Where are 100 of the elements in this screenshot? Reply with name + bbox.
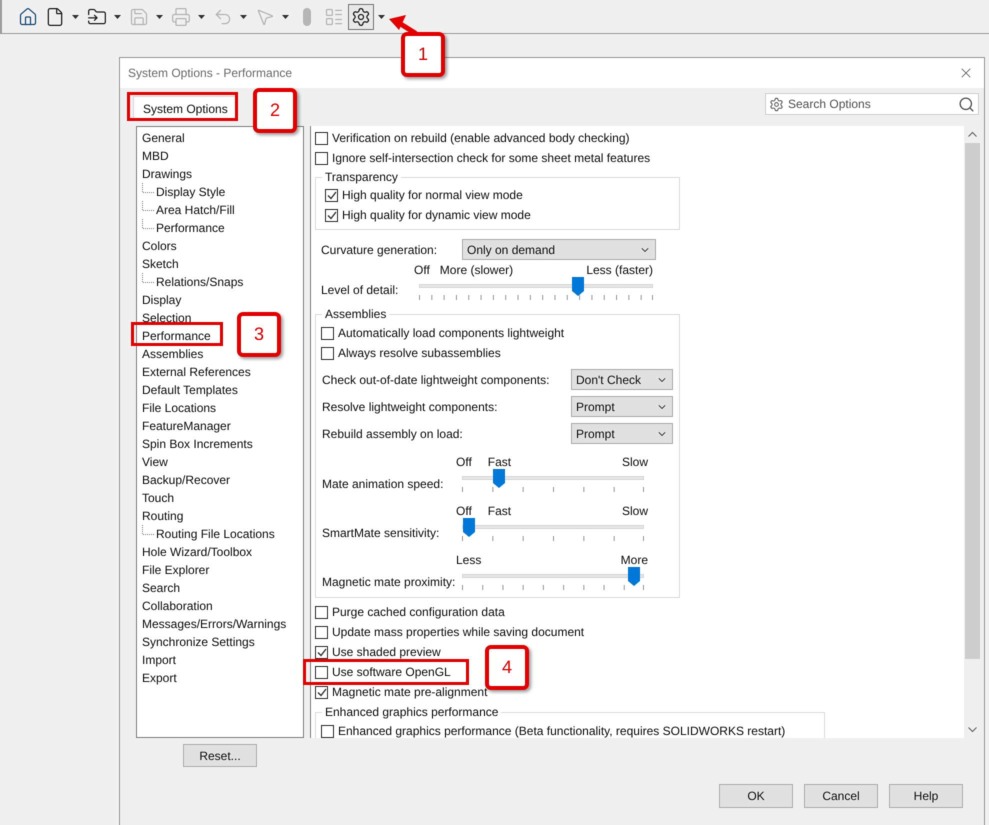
field-label: Check out-of-date lightweight components: xyxy=(322,372,550,388)
slider-label: More (slower) xyxy=(440,262,514,278)
callout-badge: 1 xyxy=(401,32,445,77)
tree-item[interactable]: FeatureManager xyxy=(142,417,231,435)
settings-icon xyxy=(769,96,784,112)
callout-badge: 3 xyxy=(237,312,281,357)
tree-item[interactable]: Routing xyxy=(142,507,184,525)
tree-item[interactable]: Backup/Recover xyxy=(142,471,230,489)
option-label: High quality for normal view mode xyxy=(342,187,523,203)
checkbox[interactable] xyxy=(321,724,334,738)
tree-item[interactable]: Assemblies xyxy=(142,345,204,363)
option-label: Ignore self-intersection check for some sheet metal features xyxy=(332,150,650,166)
slider-thumb[interactable] xyxy=(493,469,506,488)
option-label: Verification on rebuild (enable advanced body checking) xyxy=(332,130,630,146)
field-label: SmartMate sensitivity: xyxy=(322,525,440,542)
search-field[interactable]: Search Options xyxy=(765,93,979,115)
dialog-button[interactable]: OK xyxy=(719,784,793,808)
field-label: Mate animation speed: xyxy=(322,476,444,493)
checkbox[interactable] xyxy=(315,666,328,678)
callout-badge: 4 xyxy=(485,645,529,690)
dropdown[interactable]: Prompt xyxy=(571,423,673,444)
field-label: Curvature generation: xyxy=(321,242,438,258)
slider-label: Off xyxy=(456,454,472,470)
group-title: Enhanced graphics performance xyxy=(322,704,502,720)
tree-item[interactable]: Import xyxy=(142,651,176,669)
tree-item[interactable]: Synchronize Settings xyxy=(142,633,255,651)
field-label: Level of detail: xyxy=(321,282,400,299)
tree-item[interactable]: View xyxy=(142,453,168,471)
tree-item[interactable]: Display xyxy=(142,291,182,309)
tree-item[interactable]: Performance xyxy=(142,327,211,345)
checkbox[interactable] xyxy=(325,188,338,202)
scroll-down-icon[interactable] xyxy=(968,727,977,733)
tree-item[interactable]: General xyxy=(142,129,185,147)
field-label: Magnetic mate proximity: xyxy=(322,574,456,591)
tree-item[interactable]: File Locations xyxy=(142,399,216,417)
tree-item[interactable]: Messages/Errors/Warnings xyxy=(142,615,286,633)
tree-item[interactable]: Colors xyxy=(142,237,177,255)
dropdown[interactable]: Only on demand xyxy=(462,239,656,260)
tree-item[interactable]: Sketch xyxy=(142,255,179,273)
tree-item[interactable]: Display Style xyxy=(156,183,226,201)
field-label: Resolve lightweight components: xyxy=(322,398,498,414)
caret-icon[interactable] xyxy=(378,14,385,18)
tree-item[interactable]: Hole Wizard/Toolbox xyxy=(142,543,252,561)
tree-item[interactable]: Routing File Locations xyxy=(156,525,275,543)
slider-label: Fast xyxy=(488,454,512,470)
checkbox[interactable] xyxy=(315,132,328,144)
home-icon xyxy=(18,6,38,26)
slider-label: Off xyxy=(456,503,472,519)
tree-item[interactable]: Default Templates xyxy=(142,381,238,399)
reset-button[interactable]: Reset... xyxy=(183,744,257,767)
option-label: Use shaded preview xyxy=(332,644,441,660)
search-icon[interactable] xyxy=(958,96,975,112)
tree-item[interactable]: Touch xyxy=(142,489,174,507)
tree-item[interactable]: Performance xyxy=(156,219,225,237)
tree-item[interactable]: Drawings xyxy=(142,165,192,183)
tree-item[interactable]: Area Hatch/Fill xyxy=(156,201,235,219)
checkbox[interactable] xyxy=(325,208,338,222)
tree-item[interactable]: Selection xyxy=(142,309,192,327)
tree-item[interactable]: External References xyxy=(142,363,251,381)
slider-thumb[interactable] xyxy=(572,277,584,296)
search-input[interactable]: Search Options xyxy=(788,95,954,113)
tree-item[interactable]: Export xyxy=(142,669,177,687)
checkbox[interactable] xyxy=(315,626,328,638)
checkbox[interactable] xyxy=(315,686,328,698)
tree-item[interactable]: Relations/Snaps xyxy=(156,273,244,291)
slider-label: Slow xyxy=(622,454,648,470)
checkbox[interactable] xyxy=(315,646,328,658)
dropdown[interactable]: Don't Check xyxy=(571,369,673,390)
dialog-button[interactable]: Help xyxy=(889,784,963,808)
tree-item[interactable]: File Explorer xyxy=(142,561,210,579)
dialog-button[interactable]: Cancel xyxy=(804,784,878,808)
list-icon xyxy=(324,6,344,26)
toolbar-button[interactable] xyxy=(348,4,374,30)
dropdown[interactable]: Prompt xyxy=(571,396,673,417)
checkbox[interactable] xyxy=(315,606,328,618)
tree-connector xyxy=(142,201,154,211)
print-icon xyxy=(171,6,191,26)
tree-item[interactable]: MBD xyxy=(142,147,169,165)
option-label: Use software OpenGL xyxy=(332,664,451,680)
slider-thumb[interactable] xyxy=(628,567,640,586)
pointer-icon xyxy=(255,6,275,26)
tree-item[interactable]: Collaboration xyxy=(142,597,213,615)
checkbox[interactable] xyxy=(315,152,328,164)
slider-label: Fast xyxy=(488,503,512,519)
caret-icon[interactable] xyxy=(114,14,121,18)
option-label: Enhanced graphics performance (Beta functionality, requires SOLIDWORKS restart) xyxy=(338,723,786,738)
caret-icon[interactable] xyxy=(72,14,79,18)
tree-item[interactable]: Spin Box Increments xyxy=(142,435,253,453)
settings-icon xyxy=(351,6,371,26)
checkbox[interactable] xyxy=(321,346,334,360)
slider-label: More xyxy=(620,552,648,568)
slider-label: Less xyxy=(456,552,482,568)
checkbox[interactable] xyxy=(321,326,334,340)
new-document-icon xyxy=(45,6,65,26)
tree-item[interactable]: Search xyxy=(142,579,180,597)
scroll-up-icon[interactable] xyxy=(968,131,977,137)
tree-connector xyxy=(142,273,154,283)
slider-thumb[interactable] xyxy=(463,518,475,537)
callout-badge: 2 xyxy=(253,88,297,133)
option-label: Purge cached configuration data xyxy=(332,604,505,620)
